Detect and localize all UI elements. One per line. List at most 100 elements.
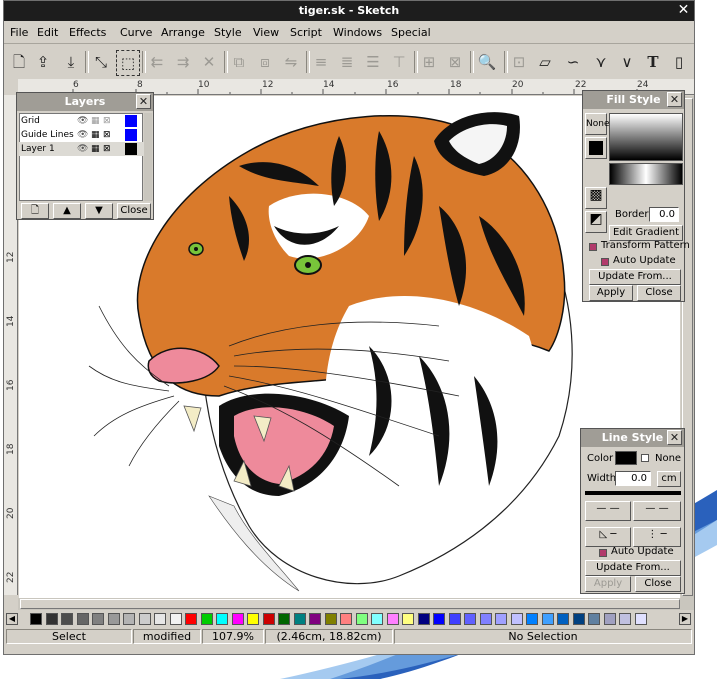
edit-gradient-button[interactable]: Edit Gradient (609, 225, 683, 241)
lock-icon[interactable]: ⊠ (103, 114, 111, 128)
print-icon[interactable]: ▦ (91, 142, 100, 156)
palette-swatch[interactable] (185, 613, 197, 625)
width-unit-select[interactable]: cm (657, 471, 681, 487)
menu-script[interactable]: Script (290, 26, 322, 39)
text-tool-icon[interactable]: T (642, 50, 664, 74)
palette-swatch[interactable] (138, 613, 151, 625)
palette-swatch[interactable] (262, 613, 275, 625)
flip-icon[interactable]: ⇋ (280, 50, 302, 74)
line-dash-select[interactable]: — — (585, 501, 631, 521)
line-close-icon[interactable]: ✕ (667, 430, 682, 445)
palette-swatch[interactable] (278, 613, 290, 625)
palette-swatch[interactable] (293, 613, 306, 625)
open-file-icon[interactable]: ⇪ (32, 50, 54, 74)
menu-file[interactable]: File (10, 26, 28, 39)
layer-row-guide-lines[interactable]: Guide Lines 👁 ▦ ⊠ (19, 128, 151, 142)
palette-swatch[interactable] (603, 613, 616, 625)
line-apply-button[interactable]: Apply (585, 576, 631, 592)
visible-icon[interactable]: 👁 (77, 142, 88, 156)
fill-none-button[interactable]: None (585, 113, 609, 135)
ungroup-icon[interactable]: ⊡ (508, 50, 530, 74)
line-join-select[interactable]: ⋮ ─ (633, 527, 681, 547)
layer-row-grid[interactable]: Grid 👁 ▦ ⊠ (19, 114, 151, 128)
menu-curve[interactable]: Curve (120, 26, 152, 39)
palette-swatch[interactable] (634, 613, 647, 625)
palette-swatch[interactable] (541, 613, 554, 625)
fill-gradient-types[interactable] (609, 163, 683, 185)
rect-tool-icon[interactable]: ▱ (534, 50, 556, 74)
palette-swatch[interactable] (154, 613, 166, 625)
palette-swatch[interactable] (557, 613, 569, 625)
transform-pattern-checkbox[interactable] (589, 243, 597, 251)
align-left-icon[interactable]: ≡ (310, 50, 332, 74)
page-icon[interactable]: ▯ (668, 50, 690, 74)
polyline-tool-icon[interactable]: ∨ (616, 50, 638, 74)
layers-scrollbar[interactable] (144, 113, 152, 201)
auto-update-checkbox[interactable] (601, 258, 609, 266)
fill-close-icon[interactable]: ✕ (667, 92, 682, 107)
palette-swatch[interactable] (231, 613, 244, 625)
palette-swatch[interactable] (200, 613, 213, 625)
layers-close-button[interactable]: Close (117, 203, 151, 219)
palette-swatch[interactable] (572, 613, 585, 625)
print-icon[interactable]: ▦ (91, 114, 100, 128)
layer-row-layer-1[interactable]: Layer 1 👁 ▦ ⊠ (19, 142, 151, 156)
menu-arrange[interactable]: Arrange (161, 26, 205, 39)
palette-swatch[interactable] (510, 613, 523, 625)
fill-apply-button[interactable]: Apply (589, 285, 633, 301)
palette-swatch[interactable] (309, 613, 321, 625)
palette-swatch[interactable] (107, 613, 120, 625)
lock-icon[interactable]: ⊠ (103, 128, 111, 142)
palette-swatch[interactable] (123, 613, 135, 625)
layer-color-swatch[interactable] (125, 143, 137, 155)
palette-scroll-left-icon[interactable]: ◀ (6, 613, 18, 625)
palette-swatch[interactable] (386, 613, 399, 625)
layer-color-swatch[interactable] (125, 115, 137, 127)
width-input[interactable]: 0.0 (615, 471, 651, 486)
line-auto-update-checkbox[interactable] (599, 549, 607, 557)
align-center-icon[interactable]: ≣ (336, 50, 358, 74)
split-icon[interactable]: ⊠ (444, 50, 466, 74)
line-cap-select[interactable]: ◺ ─ (585, 527, 631, 547)
fill-solid-button[interactable] (585, 137, 607, 159)
bezier-tool-icon[interactable]: ⋎ (590, 50, 612, 74)
horizontal-scrollbar[interactable] (18, 598, 694, 610)
palette-swatch[interactable] (588, 613, 600, 625)
layers-close-icon[interactable]: ✕ (136, 94, 151, 109)
palette-swatch[interactable] (402, 613, 414, 625)
palette-swatch[interactable] (76, 613, 89, 625)
menu-style[interactable]: Style (214, 26, 242, 39)
redo-icon[interactable]: ⇉ (172, 50, 194, 74)
undo-icon[interactable]: ⇇ (146, 50, 168, 74)
line-color-swatch[interactable] (615, 451, 637, 465)
edit-tool-icon[interactable]: ⤡ (90, 50, 112, 74)
align-right-icon[interactable]: ☰ (362, 50, 384, 74)
fill-pattern-icon[interactable]: ▩ (585, 187, 607, 209)
palette-swatch[interactable] (92, 613, 104, 625)
new-file-icon[interactable]: 🗋 (8, 50, 30, 74)
palette-scroll-right-icon[interactable]: ▶ (679, 613, 691, 625)
move-up-icon[interactable]: ▲ (53, 203, 81, 219)
palette-swatch[interactable] (495, 613, 507, 625)
line-close-button[interactable]: Close (635, 576, 681, 592)
layer-color-swatch[interactable] (125, 129, 137, 141)
ellipse-tool-icon[interactable]: ∽ (562, 50, 584, 74)
align-top-icon[interactable]: ⊤ (388, 50, 410, 74)
palette-swatch[interactable] (324, 613, 337, 625)
print-icon[interactable]: ▦ (91, 128, 100, 142)
menu-effects[interactable]: Effects (69, 26, 106, 39)
visible-icon[interactable]: 👁 (77, 128, 88, 142)
palette-swatch[interactable] (247, 613, 259, 625)
border-input[interactable]: 0.0 (649, 207, 679, 222)
line-none-checkbox[interactable] (641, 454, 649, 462)
delete-icon[interactable]: ✕ (198, 50, 220, 74)
line-arrow-select[interactable]: — — (633, 501, 681, 521)
menu-windows[interactable]: Windows (333, 26, 382, 39)
window-close-icon[interactable]: ✕ (676, 3, 691, 18)
palette-swatch[interactable] (433, 613, 445, 625)
group-icon[interactable]: ⧉ (228, 50, 250, 74)
save-file-icon[interactable]: ⤓ (60, 50, 82, 74)
fill-hatch-icon[interactable]: ◩ (585, 211, 607, 233)
lock-icon[interactable]: ⊠ (103, 142, 111, 156)
select-tool-icon[interactable]: ⬚ (116, 50, 140, 76)
